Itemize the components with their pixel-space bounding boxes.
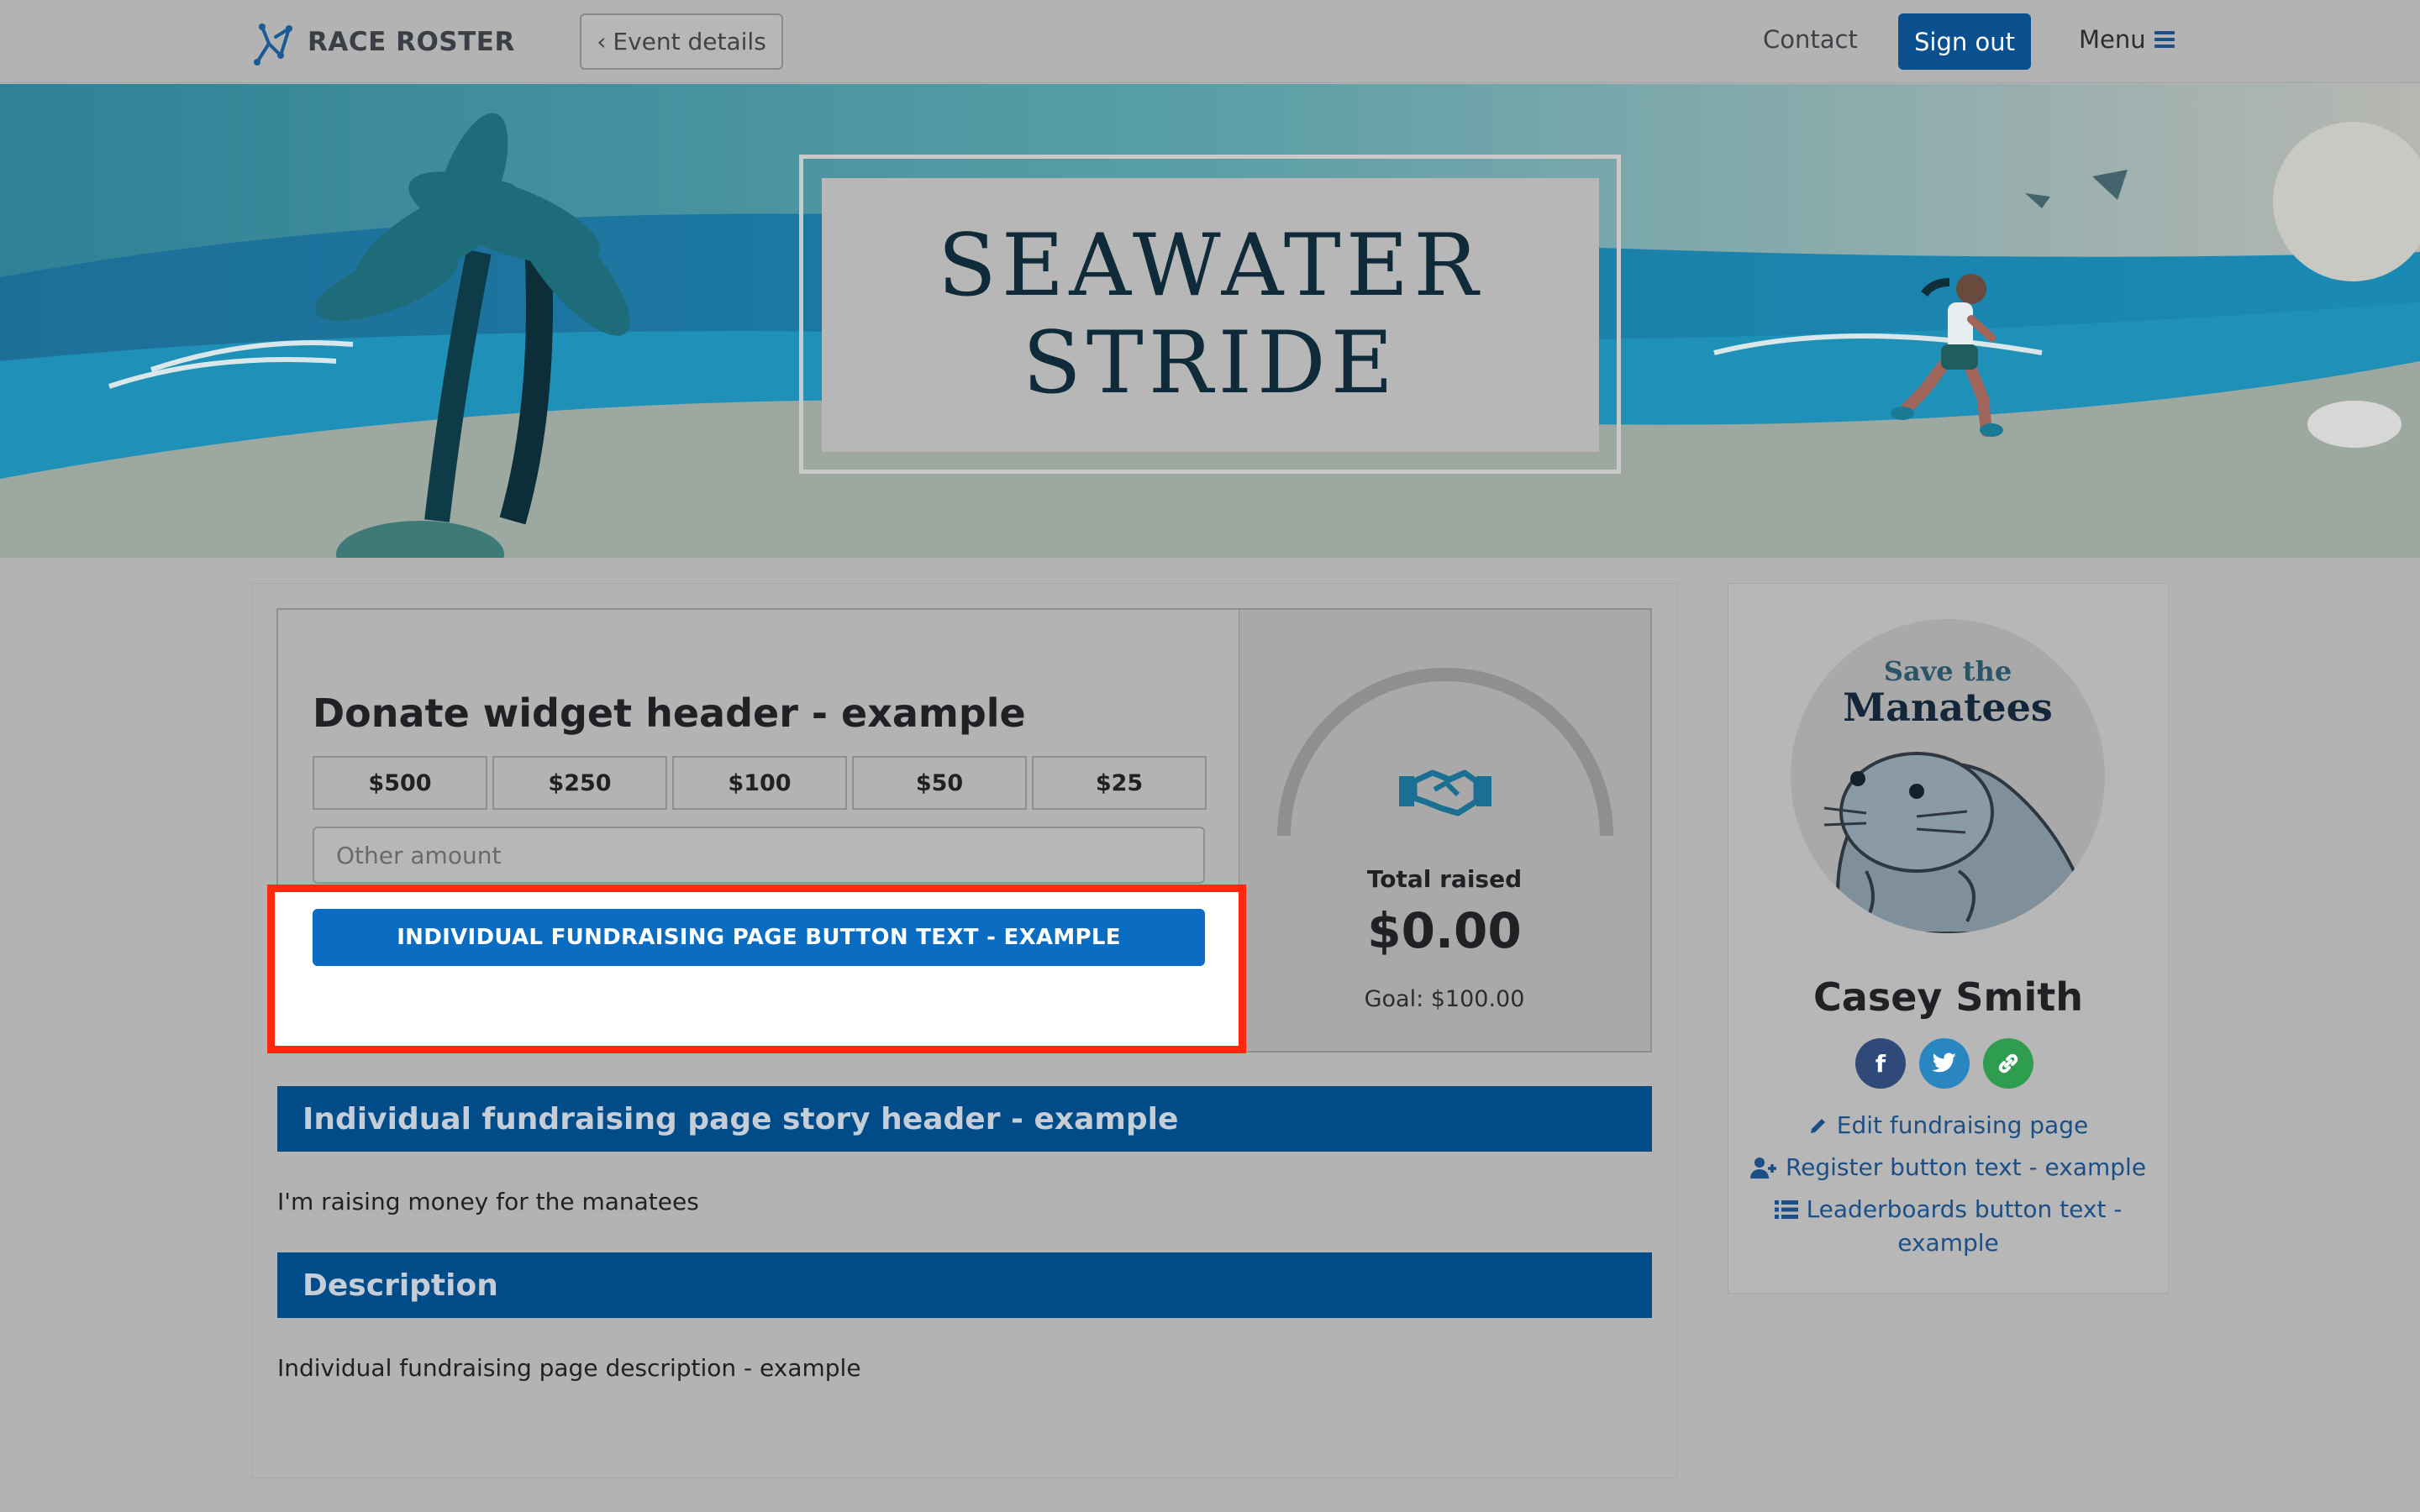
amount-button-25[interactable]: $25 <box>1032 756 1207 810</box>
fundraising-goal: Goal: $100.00 <box>1364 986 1525 1012</box>
register-link[interactable]: Register button text - example <box>1728 1151 2169 1184</box>
race-roster-logo-icon <box>254 24 292 66</box>
social-share-buttons: f <box>1855 1038 2033 1089</box>
list-icon <box>1774 1193 1798 1226</box>
description-text: Individual fundraising page description … <box>277 1354 861 1382</box>
edit-fundraising-page-link[interactable]: Edit fundraising page <box>1728 1109 2169 1142</box>
brand-logo-link[interactable]: RACE ROSTER <box>250 17 515 67</box>
progress-gauge <box>1277 668 1613 837</box>
facebook-icon[interactable]: f <box>1855 1038 1906 1089</box>
brand-name: RACE ROSTER <box>308 27 515 57</box>
event-details-button[interactable]: ‹ Event details <box>580 13 783 70</box>
register-label: Register button text - example <box>1785 1153 2147 1181</box>
chevron-left-icon: ‹ <box>597 28 607 55</box>
pencil-icon <box>1808 1109 1828 1142</box>
leaderboards-label: Leaderboards button text - <box>1807 1193 2123 1226</box>
event-details-label: Event details <box>613 28 766 55</box>
amount-button-100[interactable]: $100 <box>672 756 847 810</box>
sign-out-button[interactable]: Sign out <box>1898 13 2031 70</box>
contact-link[interactable]: Contact <box>1763 25 1858 54</box>
fundraising-page-button[interactable]: INDIVIDUAL FUNDRAISING PAGE BUTTON TEXT … <box>313 909 1205 966</box>
menu-label: Menu <box>2079 25 2146 54</box>
edit-fundraising-page-label: Edit fundraising page <box>1836 1111 2089 1139</box>
banner-title-panel: SEAWATER STRIDE <box>822 178 1599 452</box>
fundraiser-name: Casey Smith <box>1813 974 2083 1020</box>
banner-title-line-2: STRIDE <box>1022 313 1399 413</box>
leaderboards-link[interactable]: Leaderboards button text - <box>1728 1193 2169 1226</box>
other-amount-input[interactable]: Other amount <box>313 827 1205 884</box>
description-section-header: Description <box>277 1252 1652 1318</box>
leaderboards-label-line-1: Leaderboards button text - <box>1806 1195 2123 1223</box>
twitter-icon[interactable] <box>1919 1038 1970 1089</box>
hamburger-icon <box>2154 31 2175 48</box>
avatar-caption-line-1: Save the <box>1883 655 2012 687</box>
leaderboards-label-line-2: example <box>1897 1229 1999 1257</box>
avatar-caption-line-2: Manatees <box>1843 685 2053 730</box>
donate-widget-header: Donate widget header - example <box>313 690 1026 736</box>
story-text: I'm raising money for the manatees <box>277 1188 699 1215</box>
total-raised-amount: $0.00 <box>1367 902 1522 959</box>
amount-button-500[interactable]: $500 <box>313 756 487 810</box>
handshake-icon <box>1399 769 1491 816</box>
story-section-header: Individual fundraising page story header… <box>277 1086 1652 1152</box>
menu-button[interactable]: Menu <box>2079 25 2175 54</box>
amount-button-250[interactable]: $250 <box>492 756 667 810</box>
banner-title-line-1: SEAWATER <box>938 216 1483 316</box>
donation-amount-options: $500 $250 $100 $50 $25 <box>313 756 1207 810</box>
link-icon[interactable] <box>1983 1038 2033 1089</box>
leaderboards-link-continued[interactable]: example <box>1728 1226 2169 1260</box>
amount-button-50[interactable]: $50 <box>852 756 1027 810</box>
total-raised-label: Total raised <box>1366 865 1523 893</box>
user-plus-icon <box>1749 1151 1777 1184</box>
